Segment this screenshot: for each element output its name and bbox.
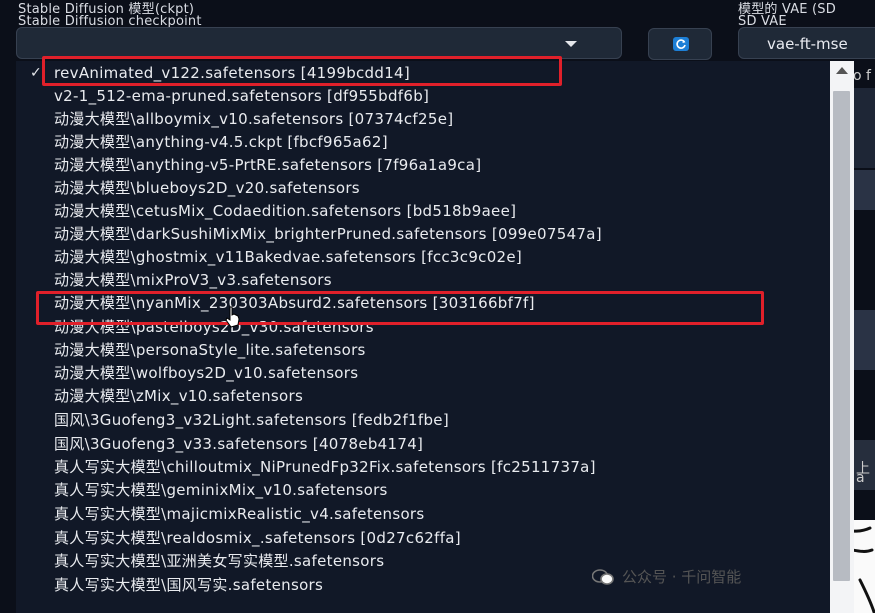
option-label: 动漫大模型\allboymix_v10.safetensors [07374cf… bbox=[54, 110, 454, 128]
option-label: 真人写实大模型\majicmixRealistic_v4.safetensors bbox=[54, 505, 425, 523]
scroll-up-icon[interactable] bbox=[836, 67, 848, 74]
list-item[interactable]: 动漫大模型\zMix_v10.safetensors bbox=[16, 385, 830, 408]
option-label: 动漫大模型\cetusMix_Codaedition.safetensors [… bbox=[54, 202, 517, 220]
list-item[interactable]: ✓ revAnimated_v122.safetensors [4199bcdd… bbox=[16, 62, 830, 85]
list-item[interactable]: 动漫大模型\anything-v5-PrtRE.safetensors [7f9… bbox=[16, 154, 830, 177]
list-item[interactable]: 动漫大模型\anything-v4.5.ckpt [fbcf965a62] bbox=[16, 131, 830, 154]
list-item[interactable]: 真人写实大模型\geminixMix_v10.safetensors bbox=[16, 479, 830, 502]
refresh-checkpoints-button[interactable] bbox=[648, 28, 712, 60]
option-label: 真人写实大模型\国风写实.safetensors bbox=[54, 576, 324, 594]
vae-dropdown[interactable]: vae-ft-mse bbox=[738, 27, 875, 59]
list-item[interactable]: 真人写实大模型\chilloutmix_NiPrunedFp32Fix.safe… bbox=[16, 456, 830, 479]
background-panel bbox=[854, 88, 875, 168]
option-label: 动漫大模型\ghostmix_v11Bakedvae.safetensors [… bbox=[54, 248, 523, 266]
option-label: 动漫大模型\wolfboys2D_v10.safetensors bbox=[54, 364, 359, 382]
option-label: 动漫大模型\personaStyle_lite.safetensors bbox=[54, 341, 366, 359]
checkpoint-options-list[interactable]: ✓ revAnimated_v122.safetensors [4199bcdd… bbox=[16, 61, 830, 613]
list-item[interactable]: 动漫大模型\nyanMix_230303Absurd2.safetensors … bbox=[16, 292, 830, 315]
option-label: 动漫大模型\anything-v5-PrtRE.safetensors [7f9… bbox=[54, 156, 482, 174]
checkpoint-label: Stable Diffusion 模型(ckpt) Stable Diffusi… bbox=[18, 3, 202, 28]
wechat-icon bbox=[591, 568, 614, 585]
chevron-down-icon[interactable] bbox=[565, 41, 577, 47]
option-label: 动漫大模型\pastelboys2D_v30.safetensors bbox=[54, 318, 374, 336]
background-panel bbox=[854, 310, 875, 370]
option-label: 动漫大模型\zMix_v10.safetensors bbox=[54, 387, 304, 405]
check-icon: ✓ bbox=[30, 65, 43, 81]
list-item[interactable]: 国风\3Guofeng3_v33.safetensors [4078eb4174… bbox=[16, 433, 830, 456]
option-label: 动漫大模型\mixProV3_v3.safetensors bbox=[54, 271, 332, 289]
option-label: 动漫大模型\nyanMix_230303Absurd2.safetensors … bbox=[54, 294, 535, 312]
list-item[interactable]: 动漫大模型\allboymix_v10.safetensors [07374cf… bbox=[16, 108, 830, 131]
option-label: 动漫大模型\anything-v4.5.ckpt [fbcf965a62] bbox=[54, 133, 388, 151]
list-item[interactable]: 动漫大模型\blueboys2D_v20.safetensors bbox=[16, 177, 830, 200]
list-item[interactable]: 动漫大模型\wolfboys2D_v10.safetensors bbox=[16, 362, 830, 385]
option-label: revAnimated_v122.safetensors [4199bcdd14… bbox=[54, 64, 411, 82]
background-text: a bbox=[856, 470, 865, 486]
list-item[interactable]: 真人写实大模型\realdosmix_.safetensors [0d27c62… bbox=[16, 527, 830, 550]
option-label: v2-1_512-ema-pruned.safetensors [df955bd… bbox=[54, 87, 430, 105]
option-label: 真人写实大模型\亚洲美女写实模型.safetensors bbox=[54, 552, 385, 570]
watermark-text: 公众号 · 千问智能 bbox=[622, 568, 742, 586]
background-panel bbox=[854, 170, 875, 210]
list-item[interactable]: 动漫大模型\darkSushiMixMix_brighterPruned.saf… bbox=[16, 223, 830, 246]
option-label: 国风\3Guofeng3_v33.safetensors [4078eb4174… bbox=[54, 435, 424, 453]
list-item[interactable]: 动漫大模型\pastelboys2D_v30.safetensors bbox=[16, 316, 830, 339]
hand-cursor-icon bbox=[224, 306, 242, 332]
dropdown-scrollbar[interactable] bbox=[830, 61, 854, 613]
option-label: 真人写实大模型\geminixMix_v10.safetensors bbox=[54, 481, 388, 499]
checkpoint-dropdown[interactable] bbox=[16, 27, 622, 59]
refresh-icon bbox=[673, 37, 689, 51]
option-label: 动漫大模型\darkSushiMixMix_brighterPruned.saf… bbox=[54, 225, 602, 243]
list-item[interactable]: 动漫大模型\mixProV3_v3.safetensors bbox=[16, 269, 830, 292]
vae-selected-value: vae-ft-mse bbox=[767, 35, 848, 53]
vae-label: 模型的 VAE (SD SD VAE bbox=[738, 3, 836, 28]
option-label: 国风\3Guofeng3_v32Light.safetensors [fedb2… bbox=[54, 411, 449, 429]
list-item[interactable]: v2-1_512-ema-pruned.safetensors [df955bd… bbox=[16, 85, 830, 108]
option-label: 真人写实大模型\chilloutmix_NiPrunedFp32Fix.safe… bbox=[54, 458, 596, 476]
list-item[interactable]: 动漫大模型\ghostmix_v11Bakedvae.safetensors [… bbox=[16, 246, 830, 269]
list-item[interactable]: 动漫大模型\cetusMix_Codaedition.safetensors [… bbox=[16, 200, 830, 223]
option-label: 动漫大模型\blueboys2D_v20.safetensors bbox=[54, 179, 360, 197]
list-item[interactable]: 国风\3Guofeng3_v32Light.safetensors [fedb2… bbox=[16, 409, 830, 432]
option-label: 真人写实大模型\realdosmix_.safetensors [0d27c62… bbox=[54, 529, 461, 547]
watermark: 公众号 · 千问智能 bbox=[591, 566, 742, 587]
scrollbar-thumb[interactable] bbox=[833, 91, 850, 581]
background-text: o f bbox=[853, 68, 871, 84]
list-item[interactable]: 动漫大模型\personaStyle_lite.safetensors bbox=[16, 339, 830, 362]
list-item[interactable]: 真人写实大模型\majicmixRealistic_v4.safetensors bbox=[16, 503, 830, 526]
